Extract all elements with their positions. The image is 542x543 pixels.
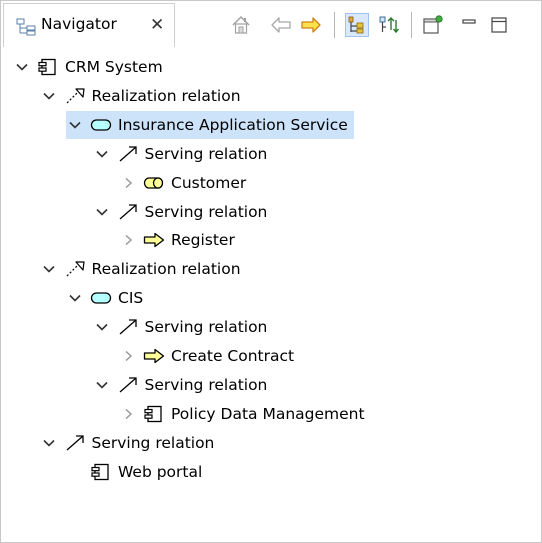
toolbar-separator — [411, 12, 412, 38]
forward-button[interactable] — [299, 13, 323, 37]
link-tree-icon — [348, 16, 364, 34]
tree-item[interactable]: Insurance Application Service — [66, 111, 354, 139]
tree-item-label: Serving relation — [144, 376, 268, 394]
application-component-icon — [37, 58, 59, 76]
chevron-down-icon[interactable] — [95, 378, 109, 392]
tree-item-label: Serving relation — [144, 145, 268, 163]
link-to-selection-button[interactable] — [345, 13, 369, 37]
chevron-down-icon[interactable] — [95, 320, 109, 334]
serving-relation-icon — [117, 376, 139, 394]
tree-item[interactable]: Register — [119, 226, 235, 254]
tree-item[interactable]: Realization relation — [40, 255, 241, 283]
business-process-icon — [143, 347, 165, 365]
serving-relation-icon — [117, 145, 139, 163]
realization-relation-icon — [64, 87, 86, 105]
chevron-down-icon[interactable] — [42, 436, 56, 450]
application-service-icon — [90, 116, 112, 134]
close-icon[interactable]: ✕ — [150, 14, 164, 36]
chevron-down-icon[interactable] — [68, 291, 82, 305]
open-view-button[interactable] — [421, 13, 445, 37]
minimize-button[interactable] — [457, 13, 481, 37]
maximize-icon — [491, 17, 507, 33]
navigator-tab[interactable]: Navigator ✕ — [3, 3, 175, 47]
minimize-icon — [462, 19, 476, 24]
tree-item[interactable]: Customer — [119, 169, 246, 197]
realization-relation-icon — [64, 260, 86, 278]
view-tab-bar: Navigator ✕ — [1, 1, 541, 49]
navigator-tab-icon — [16, 18, 38, 36]
tree-item[interactable]: Serving relation — [93, 198, 268, 226]
tree-item-label: Customer — [171, 174, 247, 192]
tree-item-label: Create Contract — [171, 347, 295, 365]
tree-item[interactable]: Policy Data Management — [119, 400, 365, 428]
tree-item-label: Serving relation — [144, 318, 268, 336]
chevron-down-icon[interactable] — [95, 147, 109, 161]
tab-label: Navigator — [41, 15, 117, 33]
arrow-right-icon — [301, 17, 321, 33]
tree-item-label: Insurance Application Service — [118, 116, 348, 134]
tree-item[interactable]: Serving relation — [93, 313, 268, 341]
serving-relation-icon — [117, 203, 139, 221]
business-process-icon — [143, 231, 165, 249]
tree-item[interactable]: Web portal — [66, 458, 202, 486]
chevron-right-icon[interactable] — [121, 176, 135, 190]
tree-item-label: CIS — [118, 289, 144, 307]
chevron-down-icon[interactable] — [15, 60, 29, 74]
tree-item-label: Serving relation — [144, 203, 268, 221]
application-service-icon — [90, 289, 112, 307]
chevron-down-icon[interactable] — [68, 118, 82, 132]
business-role-icon — [143, 174, 165, 192]
back-button[interactable] — [269, 13, 293, 37]
chevron-down-icon[interactable] — [42, 262, 56, 276]
chevron-right-icon[interactable] — [121, 233, 135, 247]
application-component-icon — [90, 463, 112, 481]
chevron-down-icon[interactable] — [42, 89, 56, 103]
navigator-view: Navigator ✕ CRM System Realization relat… — [0, 0, 542, 543]
chevron-right-icon[interactable] — [121, 407, 135, 421]
tree-item[interactable]: Serving relation — [40, 429, 215, 457]
tree-item[interactable]: CIS — [66, 284, 143, 312]
tree-item-label: Register — [171, 231, 235, 249]
tree-children-icon — [379, 16, 400, 34]
serving-relation-icon — [117, 318, 139, 336]
tree-item-label: Serving relation — [91, 434, 215, 452]
maximize-button[interactable] — [487, 13, 511, 37]
tree-item-label: CRM System — [65, 58, 163, 76]
tree-item[interactable]: Create Contract — [119, 342, 294, 370]
chevron-down-icon[interactable] — [95, 205, 109, 219]
tree-item-label: Realization relation — [91, 260, 241, 278]
show-children-button[interactable] — [377, 13, 401, 37]
tree-item[interactable]: Serving relation — [93, 371, 268, 399]
arrow-left-icon — [271, 17, 291, 33]
tree-item[interactable]: Serving relation — [93, 140, 268, 168]
tree-item-label: Web portal — [118, 463, 203, 481]
home-icon — [232, 16, 250, 34]
toolbar-separator — [334, 12, 335, 38]
tree-item-label: Realization relation — [91, 87, 241, 105]
tree-item-label: Policy Data Management — [171, 405, 365, 423]
tree-item[interactable]: Realization relation — [40, 82, 241, 110]
tree-item[interactable]: CRM System — [13, 53, 163, 81]
open-view-icon — [423, 15, 443, 34]
application-component-icon — [143, 405, 165, 423]
home-button[interactable] — [229, 13, 253, 37]
chevron-right-icon[interactable] — [121, 349, 135, 363]
serving-relation-icon — [64, 434, 86, 452]
